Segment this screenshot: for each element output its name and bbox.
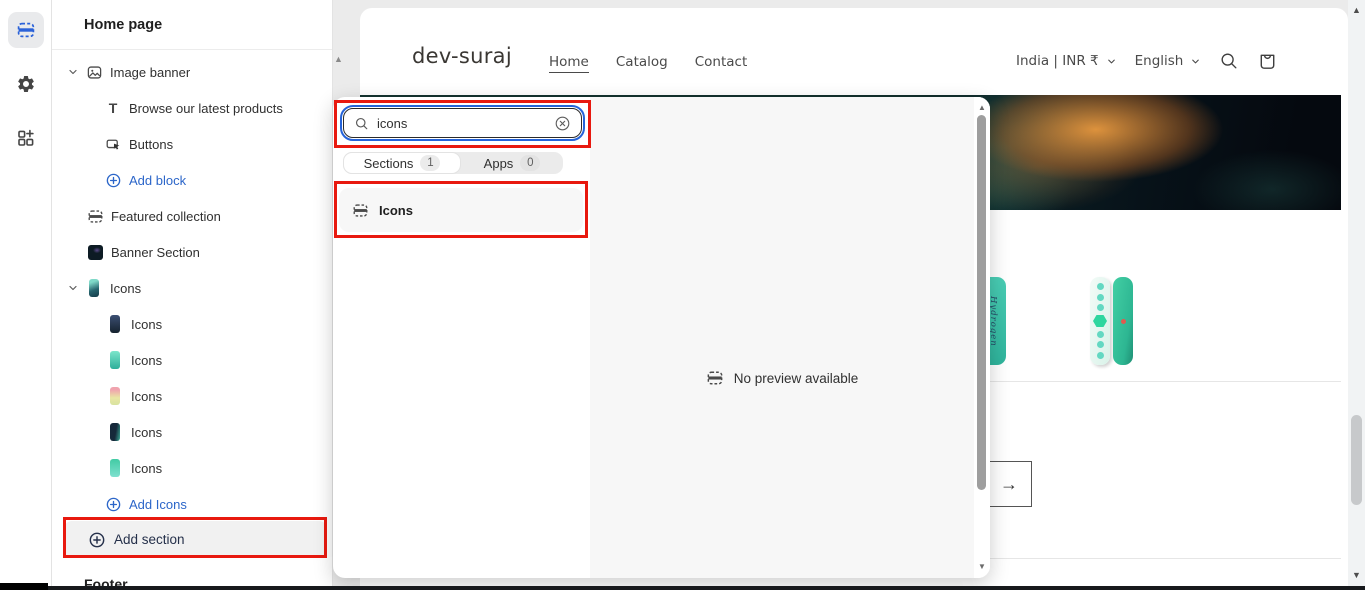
- sidebar-item-buttons-block[interactable]: Buttons: [52, 132, 332, 156]
- bottom-edge-bar: [0, 586, 1365, 590]
- apps-count-badge: 0: [520, 155, 541, 171]
- sidebar-item-icons-block[interactable]: Icons: [52, 384, 332, 408]
- snowboard-thumbnail: [85, 279, 103, 297]
- product-image-snowboard[interactable]: [1090, 277, 1110, 365]
- search-icon: [354, 116, 369, 131]
- sidebar-item-image-banner[interactable]: Image banner: [52, 60, 332, 84]
- snowboard-thumbnail: [106, 315, 124, 333]
- add-block-button[interactable]: Add block: [52, 168, 332, 192]
- section-icon: [706, 369, 724, 387]
- apps-icon: [16, 128, 36, 148]
- sections-count-badge: 1: [420, 155, 441, 171]
- red-dot-motif: [1120, 318, 1126, 324]
- snowboard-thumbnail: [106, 351, 124, 369]
- sections-panel-button[interactable]: [7, 12, 44, 48]
- sidebar-scroll-up-icon[interactable]: ▲: [334, 55, 343, 64]
- sidebar-item-icons-block[interactable]: Icons: [52, 348, 332, 372]
- theme-settings-button[interactable]: [8, 66, 44, 102]
- language-selector[interactable]: English: [1135, 53, 1202, 69]
- scroll-up-icon[interactable]: ▲: [974, 104, 990, 112]
- scrollbar-thumb[interactable]: [1351, 415, 1362, 505]
- hexagon-motif: [1093, 314, 1107, 327]
- nav-home[interactable]: Home: [549, 54, 589, 73]
- section-icon: [352, 202, 369, 219]
- plus-circle-icon: [104, 171, 122, 189]
- section-thumbnail: [86, 243, 104, 261]
- cursor-button-icon: [104, 135, 122, 153]
- snowboard-thumbnail: [106, 387, 124, 405]
- no-preview-message: No preview available: [590, 369, 974, 387]
- store-header-utilities: India | INR ₹ English: [1016, 46, 1278, 76]
- tab-sections[interactable]: Sections 1: [343, 152, 461, 174]
- apps-panel-button[interactable]: [8, 120, 44, 156]
- page-scrollbar[interactable]: ▲ ▼: [1348, 0, 1365, 590]
- scroll-down-icon[interactable]: ▼: [974, 563, 990, 571]
- add-icons-button[interactable]: Add Icons: [52, 492, 332, 516]
- editor-icon-rail: [0, 0, 52, 590]
- image-icon: [85, 63, 103, 81]
- scrollbar-thumb[interactable]: [977, 115, 986, 490]
- sidebar-item-icons-parent[interactable]: Icons: [52, 276, 332, 300]
- chevron-down-icon[interactable]: [64, 64, 82, 80]
- store-brand[interactable]: dev-suraj: [412, 44, 512, 68]
- scroll-up-icon[interactable]: ▲: [1348, 6, 1365, 15]
- nav-contact[interactable]: Contact: [695, 54, 748, 73]
- sidebar-item-heading-block[interactable]: T Browse our latest products: [52, 96, 332, 120]
- popup-results-panel: icons Sections 1 Apps 0 Icons: [333, 97, 590, 578]
- plus-circle-icon: [104, 495, 122, 513]
- popup-tabs: Sections 1 Apps 0: [343, 152, 563, 174]
- cart-icon[interactable]: [1257, 51, 1278, 72]
- product-image-snowboard[interactable]: [1113, 277, 1133, 365]
- settings-gear-icon: [16, 74, 36, 94]
- search-query-text[interactable]: icons: [377, 116, 554, 131]
- popup-scrollbar[interactable]: ▲ ▼: [974, 97, 990, 578]
- slider-next-button[interactable]: →: [986, 461, 1032, 507]
- section-divider: [988, 381, 1341, 382]
- region-selector[interactable]: India | INR ₹: [1016, 53, 1117, 69]
- tab-apps[interactable]: Apps 0: [461, 152, 563, 174]
- store-nav: Home Catalog Contact: [549, 54, 747, 73]
- sidebar-item-banner-section[interactable]: Banner Section: [52, 240, 332, 264]
- chevron-down-icon: [1106, 56, 1117, 67]
- theme-editor-screen: dev-suraj Home Catalog Contact India | I…: [0, 0, 1365, 590]
- sidebar-item-featured-collection[interactable]: Featured collection: [52, 204, 332, 228]
- snowboard-thumbnail: [106, 459, 124, 477]
- text-icon: T: [108, 100, 118, 116]
- store-search-icon[interactable]: [1219, 51, 1239, 71]
- clear-search-icon[interactable]: [554, 115, 571, 132]
- sidebar-item-icons-block[interactable]: Icons: [52, 456, 332, 480]
- nav-catalog[interactable]: Catalog: [616, 54, 668, 73]
- sections-sidebar: Home page Image banner T Browse our late…: [52, 0, 333, 590]
- add-section-popup: icons Sections 1 Apps 0 Icons No preview…: [333, 97, 990, 578]
- sidebar-item-icons-block[interactable]: Icons: [52, 312, 332, 336]
- add-section-button[interactable]: Add section: [64, 521, 327, 558]
- section-icon: [86, 207, 104, 225]
- plus-circle-icon: [88, 531, 106, 549]
- popup-preview-panel: No preview available ▲ ▼: [590, 97, 990, 578]
- section-divider: [988, 558, 1341, 559]
- snowboard-thumbnail: [106, 423, 124, 441]
- page-title: Home page: [52, 0, 332, 50]
- sidebar-item-icons-block[interactable]: Icons: [52, 420, 332, 444]
- chevron-down-icon: [1190, 56, 1201, 67]
- scroll-down-icon[interactable]: ▼: [1348, 571, 1365, 580]
- section-search-input[interactable]: icons: [339, 104, 586, 142]
- sections-icon: [16, 20, 36, 40]
- search-result-icons[interactable]: Icons: [339, 188, 583, 232]
- bottom-edge-bar-left: [0, 583, 48, 590]
- chevron-down-icon[interactable]: [64, 280, 82, 296]
